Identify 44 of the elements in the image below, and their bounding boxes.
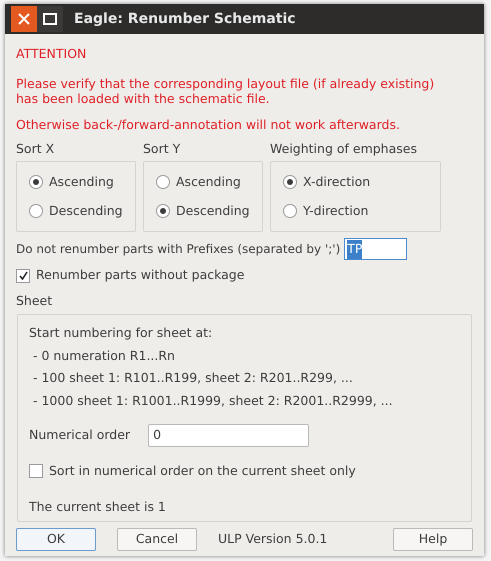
prefix-field[interactable]: TP	[344, 238, 408, 260]
sheet-intro: Start numbering for sheet at:	[29, 324, 214, 342]
radio-label: X-direction	[303, 173, 370, 191]
close-icon	[18, 13, 30, 25]
checkbox[interactable]	[16, 268, 30, 283]
group-label: Sort X	[16, 140, 56, 158]
checkbox-label: Renumber parts without package	[36, 266, 244, 284]
current-sheet-text: The current sheet is 1	[29, 498, 167, 516]
checkmark-icon	[18, 271, 28, 280]
numerical-order-field[interactable]: 0	[148, 424, 310, 447]
radio-button[interactable]	[283, 175, 297, 190]
maximize-icon	[43, 13, 57, 25]
window-title: Eagle: Renumber Schematic	[74, 10, 296, 28]
numerical-order-label: Numerical order	[29, 426, 130, 444]
radio-button[interactable]	[156, 175, 170, 190]
radio-label: Y-direction	[303, 202, 368, 220]
radio-label: Descending	[176, 202, 250, 220]
radio-button[interactable]	[29, 175, 43, 190]
section-label: Sheet	[15, 292, 54, 310]
field-value: TP	[347, 240, 362, 259]
numbering-option: - 0 numeration R1...Rn	[29, 346, 471, 366]
warning-text: Please verify that the corresponding layout file (if already existing) has been loaded with the schematic file.	[16, 76, 436, 106]
radio-button[interactable]	[29, 204, 43, 218]
dialog-button[interactable]: OK	[16, 528, 96, 551]
field-value: 0	[153, 426, 162, 444]
numbering-option: - 100 sheet 1: R101..R199, sheet 2: R201..R299, ...	[29, 369, 471, 388]
checkbox[interactable]	[29, 464, 43, 478]
version-text: ULP Version 5.0.1	[218, 530, 328, 548]
group-label: Sort Y	[143, 140, 182, 158]
radio-button[interactable]	[156, 204, 170, 218]
maximize-button[interactable]	[37, 6, 63, 32]
dialog-button[interactable]: Cancel	[117, 528, 197, 551]
checkbox-label: Sort in numerical order on the current sheet only	[49, 462, 356, 480]
warning-heading: ATTENTION	[16, 45, 88, 63]
help-button[interactable]: Help	[393, 528, 473, 551]
radio-label: Ascending	[49, 173, 114, 191]
group-label: Weighting of emphases	[270, 140, 418, 158]
close-button[interactable]	[11, 6, 37, 32]
warning-text: Otherwise back-/forward-annotation will not work afterwards.	[16, 116, 401, 134]
radio-label: Ascending	[176, 173, 241, 191]
prefix-label: Do not renumber parts with Prefixes (separated by ';')	[16, 241, 340, 258]
radio-label: Descending	[49, 202, 123, 220]
radio-button[interactable]	[283, 204, 297, 218]
numbering-option: - 1000 sheet 1: R1001..R1999, sheet 2: R2001..R2999, ...	[29, 392, 471, 411]
